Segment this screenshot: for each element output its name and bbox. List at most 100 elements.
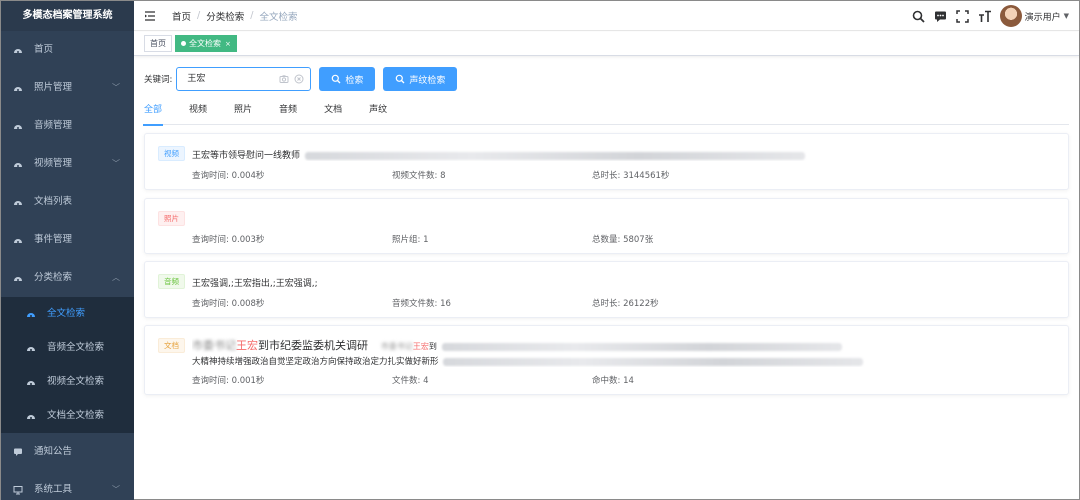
breadcrumb-separator: / [197, 10, 201, 21]
stat-file-count: 视频文件数: 8 [392, 171, 446, 181]
type-badge: 视频 [158, 146, 185, 161]
tag-fulltext-search[interactable]: 全文检索 × [175, 35, 237, 52]
chevron-down-icon: ﹀ [112, 485, 120, 494]
document-title: 市委书记王宏到市纪委监委机关调研 [192, 339, 368, 352]
sidebar-item-label: 文档全文检索 [47, 410, 105, 421]
keyword-input[interactable]: 王宏 [176, 67, 312, 91]
sidebar-item-docs[interactable]: 文档列表 [1, 183, 134, 221]
sidebar-item-category-search[interactable]: 分类检索 ︿ [1, 259, 134, 297]
redacted-text [443, 357, 864, 366]
keyword-value: 王宏 [187, 74, 206, 84]
sidebar-subitem-fulltext[interactable]: 全文检索 [1, 297, 134, 331]
top-navbar: 首页 / 分类检索 / 全文检索 演示用户 ▼ [134, 1, 1079, 31]
tag-home[interactable]: 首页 [144, 35, 172, 52]
search-icon [395, 74, 405, 84]
result-card-document[interactable]: 文档 市委书记王宏到市纪委监委机关调研 市委书记王宏到 大精神持续增强政治自觉坚… [144, 325, 1069, 395]
voiceprint-button-label: 声纹检索 [409, 75, 446, 86]
top-right-tools: 演示用户 ▼ [904, 1, 1069, 31]
avatar[interactable] [999, 5, 1022, 27]
monitor-icon [13, 485, 23, 495]
stat-total: 总时长: 26122秒 [592, 299, 659, 309]
font-size-icon[interactable] [978, 9, 992, 23]
chat-icon[interactable] [934, 9, 948, 23]
camera-icon[interactable] [278, 73, 290, 85]
stat-total: 总时长: 3144561秒 [592, 171, 670, 181]
result-snippet: 市委书记王宏到市纪委监委机关调研 市委书记王宏到 [192, 337, 1048, 353]
sidebar-subitem-doc-fulltext[interactable]: 文档全文检索 [1, 399, 134, 433]
chevron-down-icon: ﹀ [112, 159, 120, 168]
dashboard-icon [13, 235, 23, 245]
stat-total: 总数量: 5807张 [592, 235, 654, 245]
dashboard-icon [26, 377, 36, 387]
result-type-tabs: 全部 视频 照片 音频 文档 声纹 [142, 103, 1069, 126]
tag-label: 全文检索 [189, 39, 221, 48]
sidebar-item-label: 分类检索 [34, 272, 73, 283]
sidebar-item-label: 视频管理 [34, 158, 73, 169]
caret-down-icon[interactable]: ▼ [1064, 12, 1069, 20]
type-badge: 文档 [158, 338, 185, 353]
sidebar-item-label: 事件管理 [34, 234, 73, 245]
sidebar-item-audio[interactable]: 音频管理 [1, 107, 134, 145]
submenu-category-search: 全文检索 音频全文检索 视频全文检索 文档全文检索 [1, 297, 134, 433]
tab-photo[interactable]: 照片 [234, 103, 252, 125]
result-stats: 查询时间: 0.003秒 照片组: 1 总数量: 5807张 [192, 233, 1048, 245]
stat-group-count: 照片组: 1 [392, 235, 429, 245]
search-button-label: 检索 [345, 75, 364, 86]
tab-document[interactable]: 文档 [324, 103, 342, 125]
chevron-up-icon: ︿ [112, 273, 120, 282]
chevron-down-icon: ﹀ [112, 83, 120, 92]
breadcrumb-current: 全文检索 [259, 11, 298, 23]
snippet-text: 王宏等市领导慰问一线教师 [192, 151, 301, 161]
stat-file-count: 文件数: 4 [392, 376, 429, 386]
stat-query-time: 查询时间: 0.003秒 [192, 235, 265, 245]
tab-video[interactable]: 视频 [189, 103, 207, 125]
dashboard-icon [13, 273, 23, 283]
tab-voiceprint[interactable]: 声纹 [369, 103, 387, 125]
active-dot-icon [181, 41, 186, 46]
document-excerpt: 市委书记王宏到 [380, 342, 437, 351]
dashboard-icon [26, 411, 36, 421]
search-icon[interactable] [912, 9, 926, 23]
sidebar-item-label: 通知公告 [34, 446, 73, 457]
close-icon[interactable]: × [225, 40, 231, 48]
sidebar-subitem-audio-fulltext[interactable]: 音频全文检索 [1, 331, 134, 365]
result-snippet: 王宏等市领导慰问一线教师 [192, 148, 1048, 161]
breadcrumb-home[interactable]: 首页 [172, 9, 191, 23]
sidebar-item-home[interactable]: 首页 [1, 31, 134, 69]
sidebar-item-system-tools[interactable]: 系统工具 ﹀ [1, 471, 134, 500]
breadcrumb-section[interactable]: 分类检索 [206, 9, 244, 23]
result-stats: 查询时间: 0.004秒 视频文件数: 8 总时长: 3144561秒 [192, 169, 1048, 181]
sidebar-item-label: 视频全文检索 [47, 376, 105, 387]
tab-all[interactable]: 全部 [142, 103, 164, 126]
voiceprint-search-button[interactable]: 声纹检索 [383, 67, 458, 91]
result-card-photo[interactable]: 照片 查询时间: 0.003秒 照片组: 1 总数量: 5807张 [144, 198, 1069, 254]
stat-query-time: 查询时间: 0.008秒 [192, 299, 265, 309]
type-badge: 音频 [158, 274, 185, 289]
search-button[interactable]: 检索 [319, 67, 376, 91]
sidebar-item-label: 文档列表 [34, 196, 73, 207]
sidebar-item-label: 音频管理 [34, 120, 73, 131]
sidebar: 多模态档案管理系统 首页 照片管理 ﹀ 音频管理 视频管理 ﹀ 文档列表 事件管… [1, 1, 134, 500]
sidebar-item-photo[interactable]: 照片管理 ﹀ [1, 69, 134, 107]
dashboard-icon [13, 121, 23, 131]
tab-audio[interactable]: 音频 [279, 103, 297, 125]
sidebar-item-video[interactable]: 视频管理 ﹀ [1, 145, 134, 183]
app-title: 多模态档案管理系统 [1, 1, 134, 31]
result-snippet: 王宏强调,;王宏指出,;王宏强调,; [192, 279, 318, 289]
sidebar-item-notices[interactable]: 通知公告 [1, 433, 134, 471]
result-card-audio[interactable]: 音频 王宏强调,;王宏指出,;王宏强调,; 查询时间: 0.008秒 音频文件数… [144, 261, 1069, 318]
tags-view: 首页 全文检索 × [134, 32, 1079, 56]
stat-query-time: 查询时间: 0.001秒 [192, 376, 265, 386]
dashboard-icon [26, 309, 36, 319]
hamburger-icon[interactable] [144, 10, 156, 22]
fullscreen-icon[interactable] [956, 9, 970, 23]
clear-icon[interactable] [293, 73, 305, 85]
sidebar-subitem-video-fulltext[interactable]: 视频全文检索 [1, 365, 134, 399]
redacted-text [304, 151, 805, 160]
search-form: 关键词: 王宏 检索 声纹检索 [144, 67, 458, 91]
sidebar-item-events[interactable]: 事件管理 [1, 221, 134, 259]
sidebar-item-label: 照片管理 [34, 82, 73, 93]
username[interactable]: 演示用户 [1025, 10, 1061, 23]
document-excerpt-line2: 大精神持续增强政治自觉坚定政治方向保持政治定力扎实做好新形 [192, 355, 1048, 367]
result-card-video[interactable]: 视频 王宏等市领导慰问一线教师 查询时间: 0.004秒 视频文件数: 8 总时… [144, 133, 1069, 190]
